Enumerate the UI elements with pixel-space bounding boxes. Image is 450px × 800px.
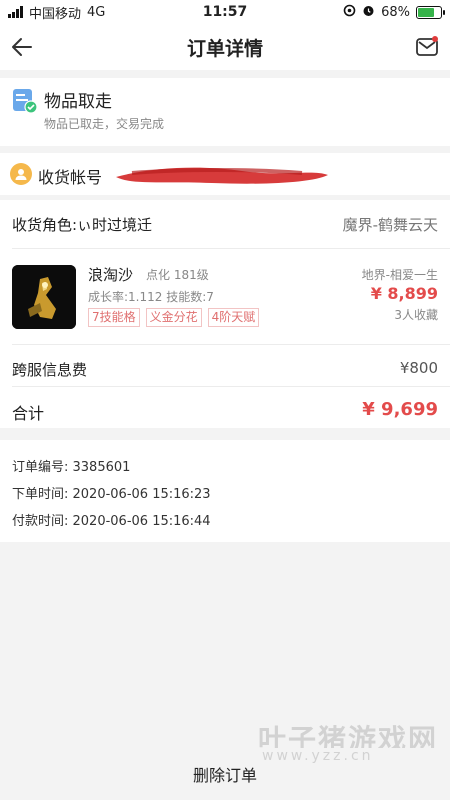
order-number: 订单编号: 3385601 [12, 460, 131, 475]
navigation-header: 订单详情 [0, 24, 450, 70]
item-tag: 7技能格 [88, 308, 140, 327]
order-status-card: 物品取走 物品已取走，交易完成 [0, 78, 450, 146]
watermark-url: www.yzz.cn [262, 748, 374, 764]
receiving-account-card: 收货帐号 [0, 153, 450, 195]
notification-dot [432, 36, 438, 42]
status-bar-left: 中国移动 4G [0, 3, 105, 22]
network-type: 4G [87, 4, 106, 20]
divider [12, 386, 450, 387]
order-status-title: 物品取走 [44, 92, 112, 112]
divider [12, 248, 450, 249]
item-stats: 成长率:1.112 技能数:7 [88, 290, 214, 304]
item-favorites: 3人收藏 [394, 308, 438, 322]
location-lock-icon [343, 4, 356, 21]
order-detail-card: 收货角色:ぃ时过境迁 魔界-鹤舞云天 浪淘沙 点化 181级 成长率:1.112… [0, 200, 450, 428]
redaction-mark [116, 167, 328, 184]
receiving-server: 魔界-鹤舞云天 [342, 216, 438, 234]
order-status-subtitle: 物品已取走，交易完成 [44, 117, 165, 131]
arrow-left-icon [12, 38, 32, 56]
item-server: 地界-相爱一生 [361, 268, 438, 282]
back-button[interactable] [6, 31, 38, 63]
item-tag: 义金分花 [145, 308, 202, 327]
receiving-account-label: 收货帐号 [38, 168, 103, 187]
divider [12, 344, 450, 345]
item-level: 点化 181级 [146, 268, 209, 282]
item-image [12, 265, 76, 329]
page-title: 订单详情 [186, 37, 263, 60]
item-price: ¥ 8,899 [370, 284, 438, 303]
messages-button[interactable] [412, 32, 442, 62]
alarm-icon [362, 4, 375, 21]
order-info-card: 订单编号: 3385601 下单时间: 2020-06-06 15:16:23 … [0, 440, 450, 542]
user-avatar-icon [10, 163, 32, 185]
carrier-name: 中国移动 [29, 6, 82, 22]
signal-icon [8, 6, 23, 18]
item-name: 浪淘沙 [88, 266, 134, 284]
cross-server-fee-value: ¥800 [399, 359, 438, 377]
battery-percent: 68% [381, 4, 410, 20]
status-bar-right: 68% [343, 0, 445, 24]
item-tags: 7技能格 义金分花 4阶天赋 [88, 308, 260, 327]
payment-time: 付款时间: 2020-06-06 15:16:44 [12, 514, 211, 529]
total-label: 合计 [12, 404, 45, 423]
battery-level-fill [418, 7, 435, 17]
document-check-icon [13, 89, 38, 114]
item-thumbnail[interactable] [12, 265, 76, 329]
cross-server-fee-label: 跨服信息费 [12, 361, 88, 379]
order-time: 下单时间: 2020-06-06 15:16:23 [12, 487, 211, 502]
item-tag: 4阶天赋 [207, 308, 260, 327]
battery-charging-icon [416, 5, 445, 19]
total-value: ¥ 9,699 [362, 399, 438, 420]
delete-order-button[interactable]: 删除订单 [0, 748, 450, 800]
receiving-role: 收货角色:ぃ时过境迁 [12, 216, 153, 234]
status-bar: 中国移动 4G 11:57 68% [0, 0, 450, 24]
